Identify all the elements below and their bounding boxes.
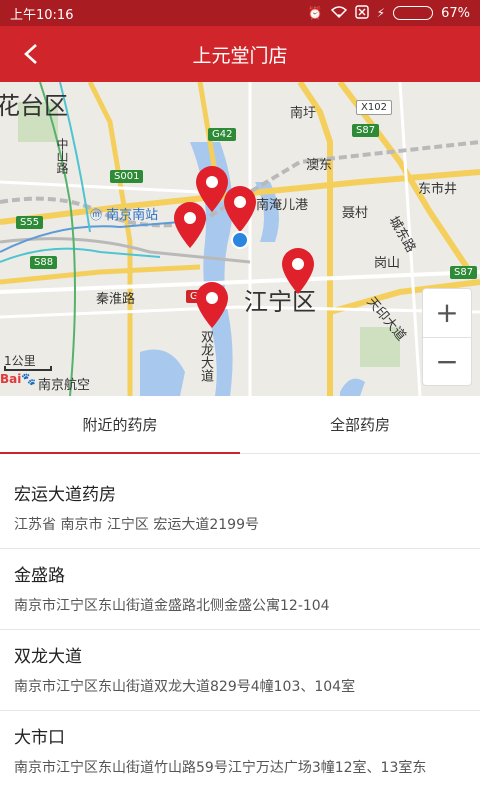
current-location-icon	[231, 231, 249, 249]
store-address: 南京市江宁区东山街道竹山路59号江宁万达广场3幢12室、13室东	[14, 760, 427, 776]
map-label-nanyu: 南圩	[290, 106, 317, 121]
store-tabs: 附近的药房 全部药房	[0, 396, 480, 454]
map-label-shuanglong: 双龙大道	[198, 330, 213, 382]
list-item[interactable]: 金盛路 南京市江宁区东山街道金盛路北侧金盛公寓12-104	[0, 549, 480, 630]
road-badge-x102: X102	[356, 100, 392, 115]
tab-all[interactable]: 全部药房	[240, 396, 480, 453]
sim-blocked-icon	[354, 4, 369, 22]
map-label-station: ⓜ 南京南站	[90, 208, 159, 223]
map-label-qinhuai: 秦淮路	[96, 292, 136, 307]
zoom-in-button[interactable]: +	[423, 289, 471, 337]
store-name: 金盛路	[14, 566, 65, 586]
road-badge-g42: G42	[208, 128, 237, 141]
store-name: 宏运大道药房	[14, 485, 116, 505]
tab-indicator	[0, 452, 240, 454]
store-name: 大市口	[14, 728, 65, 748]
status-bar: 上午10:16 ⏰ ⚡ 67%	[0, 0, 480, 26]
zoom-out-button[interactable]: −	[423, 338, 471, 386]
page-title: 上元堂门店	[192, 44, 288, 67]
map-scale-bar	[4, 366, 52, 371]
store-address: 南京市江宁区东山街道双龙大道829号4幢103、104室	[14, 679, 356, 695]
road-badge-s87: S87	[352, 124, 380, 137]
map-label-district: 花台区	[0, 92, 68, 120]
map-view[interactable]: 花台区 中山路 ⓜ 南京南站 江宁区 南圩 澳东 聂村 东市井 岗山 天印大道 …	[0, 82, 480, 396]
app-bar: 上元堂门店	[0, 26, 480, 82]
road-badge-s88: S88	[30, 256, 58, 269]
store-address: 南京市江宁区东山街道金盛路北侧金盛公寓12-104	[14, 598, 330, 614]
chevron-left-icon	[24, 44, 37, 64]
store-marker-3[interactable]	[172, 202, 208, 250]
alarm-off-icon: ⏰	[307, 6, 323, 20]
list-item[interactable]: 大市口 南京市江宁区东山街道竹山路59号江宁万达广场3幢12室、13室东	[0, 711, 480, 791]
map-label-aodong: 澳东	[306, 158, 333, 173]
store-marker-2[interactable]	[222, 186, 258, 234]
charging-icon: ⚡	[376, 6, 386, 20]
list-item[interactable]: 宏运大道药房 江苏省 南京市 江宁区 宏运大道2199号	[0, 468, 480, 549]
map-label-road: 中山路	[55, 138, 69, 174]
status-icons: ⏰ ⚡ 67%	[307, 4, 470, 22]
wifi-icon	[330, 5, 347, 21]
tab-nearby[interactable]: 附近的药房	[0, 396, 240, 453]
store-list: 宏运大道药房 江苏省 南京市 江宁区 宏运大道2199号 金盛路 南京市江宁区东…	[0, 468, 480, 791]
map-label-hangkong: 南京航空	[38, 378, 91, 393]
status-time: 上午10:16	[10, 7, 74, 23]
battery-icon	[393, 6, 434, 20]
road-badge-s55: S55	[16, 216, 44, 229]
zoom-controls: + −	[422, 288, 472, 386]
store-name: 双龙大道	[14, 647, 82, 667]
road-badge-s87-2: S87	[450, 266, 478, 279]
metro-icon: ⓜ	[90, 208, 103, 222]
battery-percent: 67%	[441, 5, 470, 21]
list-item[interactable]: 双龙大道 南京市江宁区东山街道双龙大道829号4幢103、104室	[0, 630, 480, 711]
road-badge-s001: S001	[110, 170, 144, 183]
paw-icon: 🐾	[21, 372, 37, 386]
store-address: 江苏省 南京市 江宁区 宏运大道2199号	[14, 517, 259, 533]
store-marker-4[interactable]	[280, 248, 316, 296]
map-label-gangshan: 岗山	[374, 256, 401, 271]
baidu-logo: Bai🐾	[0, 372, 37, 386]
store-marker-5[interactable]	[194, 282, 230, 330]
map-label-dongshijing: 东市井	[418, 182, 458, 197]
back-button[interactable]	[16, 38, 48, 70]
map-label-niejun: 聂村	[342, 206, 369, 221]
map-label-yanzhi: 南淹儿港	[256, 198, 309, 213]
